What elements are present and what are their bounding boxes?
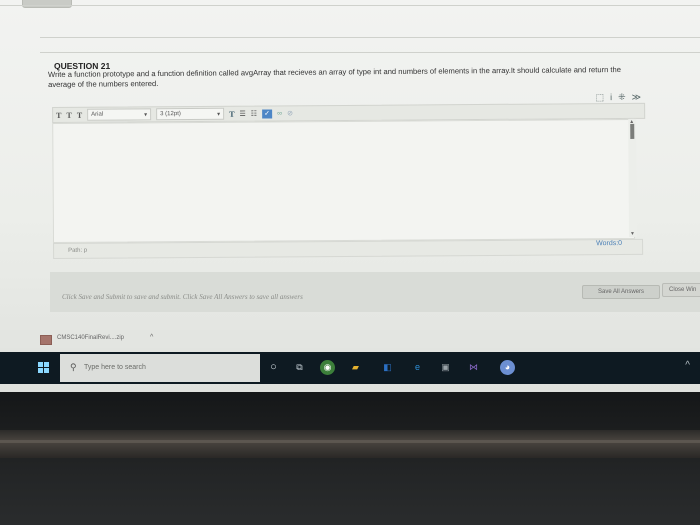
save-all-answers-button[interactable]: Save All Answers — [582, 285, 660, 299]
divider-line — [40, 52, 700, 53]
chevron-up-icon[interactable]: ^ — [685, 360, 690, 371]
italic-button[interactable]: T — [66, 110, 71, 119]
cortana-icon[interactable]: ○ — [266, 360, 281, 375]
laptop-bezel — [0, 392, 700, 525]
zip-file-icon — [40, 335, 52, 345]
search-placeholder: Type here to search — [84, 364, 146, 371]
app-circle-icon[interactable]: ◕ — [500, 360, 515, 375]
answer-editor: ⬚ i ⁜ ≫ T T T Arial ▾ 3 (12pt) ▾ T ☰ ☷ ✓… — [52, 91, 648, 259]
search-icon: ⚲ — [70, 362, 77, 372]
answer-textarea[interactable] — [52, 118, 636, 243]
spellcheck-toggle-icon[interactable]: ✓ — [262, 108, 273, 119]
editor-top-icons: ⬚ i ⁜ ≫ — [596, 91, 642, 103]
laptop-hinge — [0, 430, 700, 458]
scroll-thumb[interactable] — [630, 123, 635, 139]
submit-area: Click Save and Submit to save and submit… — [50, 272, 700, 312]
edge-icon[interactable]: e — [410, 360, 425, 375]
spellcheck-icon[interactable]: ⬚ — [596, 92, 605, 103]
chrome-icon[interactable]: ◉ — [320, 360, 335, 375]
collapse-toolbar-icon[interactable]: ≫ — [632, 91, 641, 102]
close-window-button[interactable]: Close Win — [662, 283, 700, 297]
editor-scrollbar[interactable]: ▲ ▼ — [628, 118, 638, 237]
shortcuts-icon[interactable]: ⁜ — [618, 91, 626, 102]
font-size-value: 3 (12pt) — [160, 111, 181, 118]
chevron-down-icon: ▾ — [144, 111, 148, 118]
word-count: Words:0 — [596, 240, 623, 248]
visual-studio-icon[interactable]: ⋈ — [466, 360, 481, 375]
download-filename[interactable]: CMSC140FinalRevi....zip — [57, 335, 124, 341]
bold-button[interactable]: T — [56, 110, 61, 119]
scroll-down-icon[interactable]: ▼ — [630, 231, 635, 237]
underline-button[interactable]: T — [77, 110, 82, 119]
chevron-up-icon[interactable]: ^ — [150, 334, 153, 341]
photos-icon[interactable]: ▣ — [438, 360, 453, 375]
font-family-value: Arial — [91, 111, 104, 118]
file-explorer-icon[interactable]: ▰ — [348, 360, 363, 375]
laptop-screen: QUESTION 21 Write a function prototype a… — [0, 0, 700, 392]
previous-question-tab[interactable] — [22, 0, 72, 8]
download-shelf: CMSC140FinalRevi....zip ^ — [0, 330, 700, 348]
windows-start-icon[interactable] — [38, 362, 49, 373]
submit-instructions: Click Save and Submit to save and submit… — [62, 293, 303, 301]
question-text: Write a function prototype and a functio… — [48, 65, 622, 89]
taskbar-search-box[interactable]: ⚲ Type here to search — [60, 354, 260, 382]
divider-line — [40, 37, 700, 38]
text-color-button[interactable]: T — [229, 109, 234, 118]
font-size-select[interactable]: 3 (12pt) ▾ — [156, 107, 225, 121]
link-icon[interactable]: ∞ — [277, 110, 282, 117]
editor-status-bar: Path: p Words:0 — [53, 238, 644, 259]
chevron-down-icon: ▾ — [217, 111, 221, 118]
divider-line — [0, 5, 700, 6]
font-family-select[interactable]: Arial ▾ — [87, 108, 152, 121]
hinge-highlight — [0, 440, 700, 443]
windows-taskbar: ⚲ Type here to search ○ ⧉ ◉ ▰ ◧ e ▣ ⋈ ◕ … — [0, 352, 700, 384]
bullet-list-icon[interactable]: ☰ — [239, 110, 245, 118]
info-icon[interactable]: i — [610, 92, 612, 102]
store-icon[interactable]: ◧ — [380, 360, 395, 375]
task-view-icon[interactable]: ⧉ — [292, 360, 307, 375]
numbered-list-icon[interactable]: ☷ — [251, 110, 257, 118]
path-label: Path: p — [68, 247, 88, 254]
unlink-icon[interactable]: ⊘ — [287, 109, 293, 117]
